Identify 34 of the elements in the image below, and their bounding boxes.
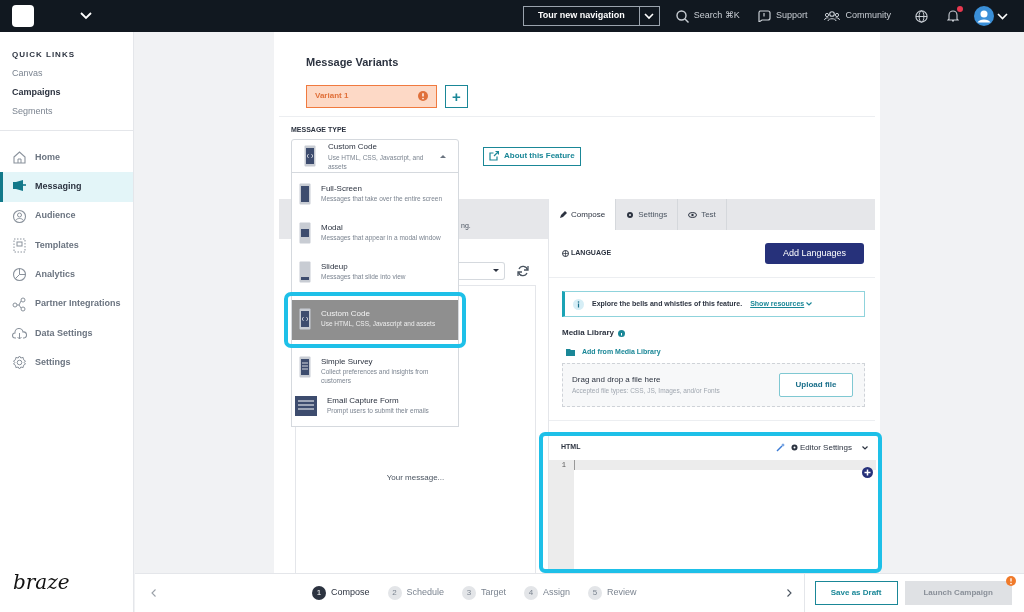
nav-item[interactable]: Analytics xyxy=(0,260,133,290)
upload-file-button[interactable]: Upload file xyxy=(779,372,853,397)
section-title: Media Library xyxy=(562,327,614,339)
section-title: Message Variants xyxy=(306,55,400,70)
brand-logo: braze xyxy=(12,569,71,596)
nav-item[interactable]: Settings xyxy=(0,348,133,378)
search-button[interactable]: Search ⌘K xyxy=(675,9,740,23)
add-languages-button[interactable]: Add Languages xyxy=(765,243,864,264)
nav-item[interactable]: Partner Integrations xyxy=(0,289,133,319)
preview-text: Your message... xyxy=(386,471,445,484)
tab[interactable]: Settings xyxy=(616,199,679,230)
step-tab[interactable]: 5 Review xyxy=(588,586,637,600)
tab[interactable]: Test xyxy=(678,199,727,230)
add-variant-button[interactable]: + xyxy=(445,84,468,108)
support-link[interactable]: Support xyxy=(756,9,808,23)
section-heading: QUICK LINKS xyxy=(12,49,76,61)
nav-item[interactable]: Home xyxy=(0,143,133,173)
editor-settings-button[interactable]: Editor Settings xyxy=(790,441,852,454)
quick-link[interactable]: Segments xyxy=(12,104,133,118)
community-link[interactable]: Community xyxy=(824,9,891,23)
nav-item[interactable]: Audience xyxy=(0,201,133,231)
step-tab[interactable]: 2 Schedule xyxy=(387,586,445,600)
step-tab[interactable]: 1 Compose xyxy=(312,586,370,600)
save-draft-button[interactable]: Save as Draft xyxy=(814,581,898,605)
nav-item[interactable]: Messaging xyxy=(0,172,133,202)
drop-zone-title: Drag and drop a file here xyxy=(572,373,662,386)
nav-item[interactable]: Templates xyxy=(0,230,133,261)
step-tab[interactable]: 3 Target xyxy=(462,586,507,600)
quick-link[interactable]: Canvas xyxy=(12,66,133,80)
step-tab[interactable]: 4 Assign xyxy=(524,586,571,600)
quick-link[interactable]: Campaigns xyxy=(12,85,133,99)
nav-item[interactable]: Data Settings xyxy=(0,318,133,349)
tab[interactable]: Compose xyxy=(549,199,617,230)
about-feature-button[interactable]: About this Feature xyxy=(483,146,581,166)
